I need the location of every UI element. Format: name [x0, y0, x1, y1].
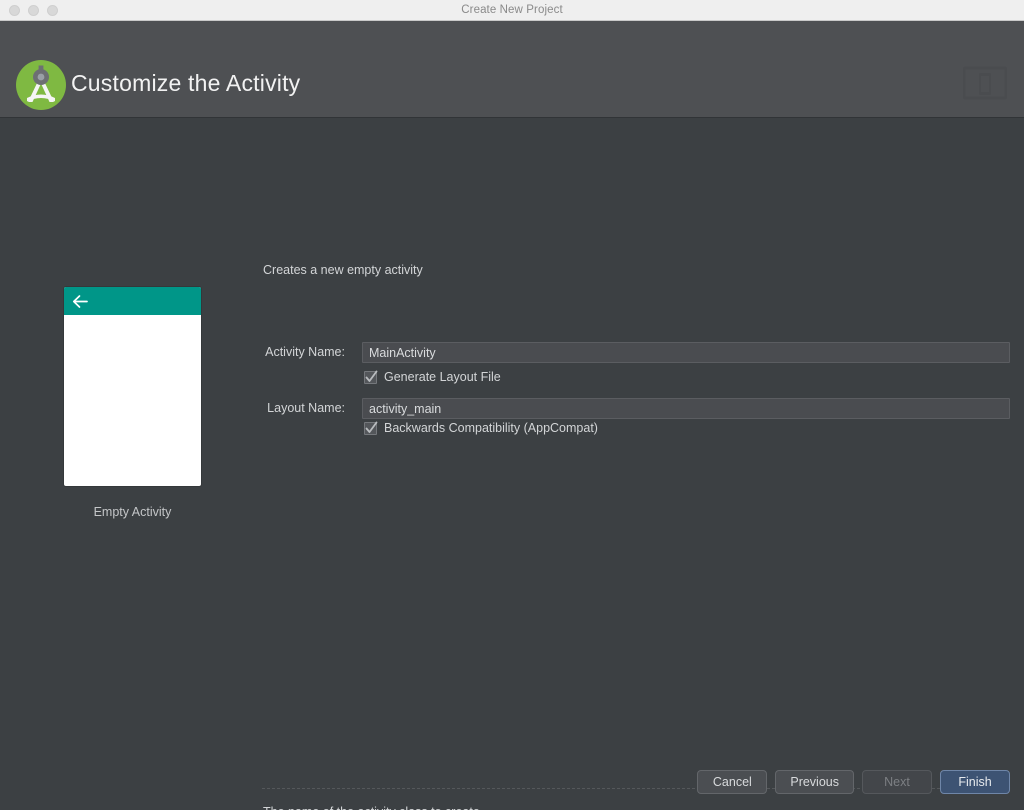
wizard-body: Empty Activity Creates a new empty activ…	[0, 118, 1024, 810]
tablet-device-icon	[962, 66, 1008, 102]
generate-layout-file-checkbox[interactable]	[364, 370, 378, 384]
activity-name-label: Activity Name:	[265, 345, 345, 359]
wizard-header: Customize the Activity	[0, 21, 1024, 118]
backwards-compatibility-checkbox[interactable]	[364, 421, 378, 435]
mockup-appbar	[64, 287, 201, 315]
generate-layout-file-checkbox-row[interactable]: Generate Layout File	[364, 370, 501, 384]
window-titlebar: Create New Project	[0, 0, 1024, 21]
window-title: Create New Project	[461, 4, 563, 16]
create-new-project-dialog: Create New Project Customize the Activit…	[0, 0, 1024, 810]
generate-layout-file-label: Generate Layout File	[384, 370, 501, 384]
previous-button[interactable]: Previous	[775, 770, 854, 794]
template-label: Empty Activity	[93, 505, 172, 519]
back-arrow-icon	[72, 294, 90, 309]
android-studio-logo-icon	[14, 58, 68, 112]
activity-name-input[interactable]	[362, 342, 1010, 363]
backwards-compatibility-checkbox-row[interactable]: Backwards Compatibility (AppCompat)	[364, 421, 598, 435]
wizard-footer: Cancel Previous Next Finish	[697, 770, 1010, 794]
next-button: Next	[862, 770, 932, 794]
hint-text: The name of the activity class to create	[263, 805, 480, 810]
layout-name-row: Layout Name:	[0, 398, 1024, 419]
finish-button[interactable]: Finish	[940, 770, 1010, 794]
page-title: Customize the Activity	[71, 70, 301, 96]
layout-name-label: Layout Name:	[267, 401, 345, 415]
layout-name-input[interactable]	[362, 398, 1010, 419]
template-description: Creates a new empty activity	[263, 263, 423, 277]
backwards-compatibility-label: Backwards Compatibility (AppCompat)	[384, 421, 598, 435]
activity-name-row: Activity Name:	[0, 342, 1024, 363]
cancel-button[interactable]: Cancel	[697, 770, 768, 794]
phone-mockup	[64, 287, 201, 486]
